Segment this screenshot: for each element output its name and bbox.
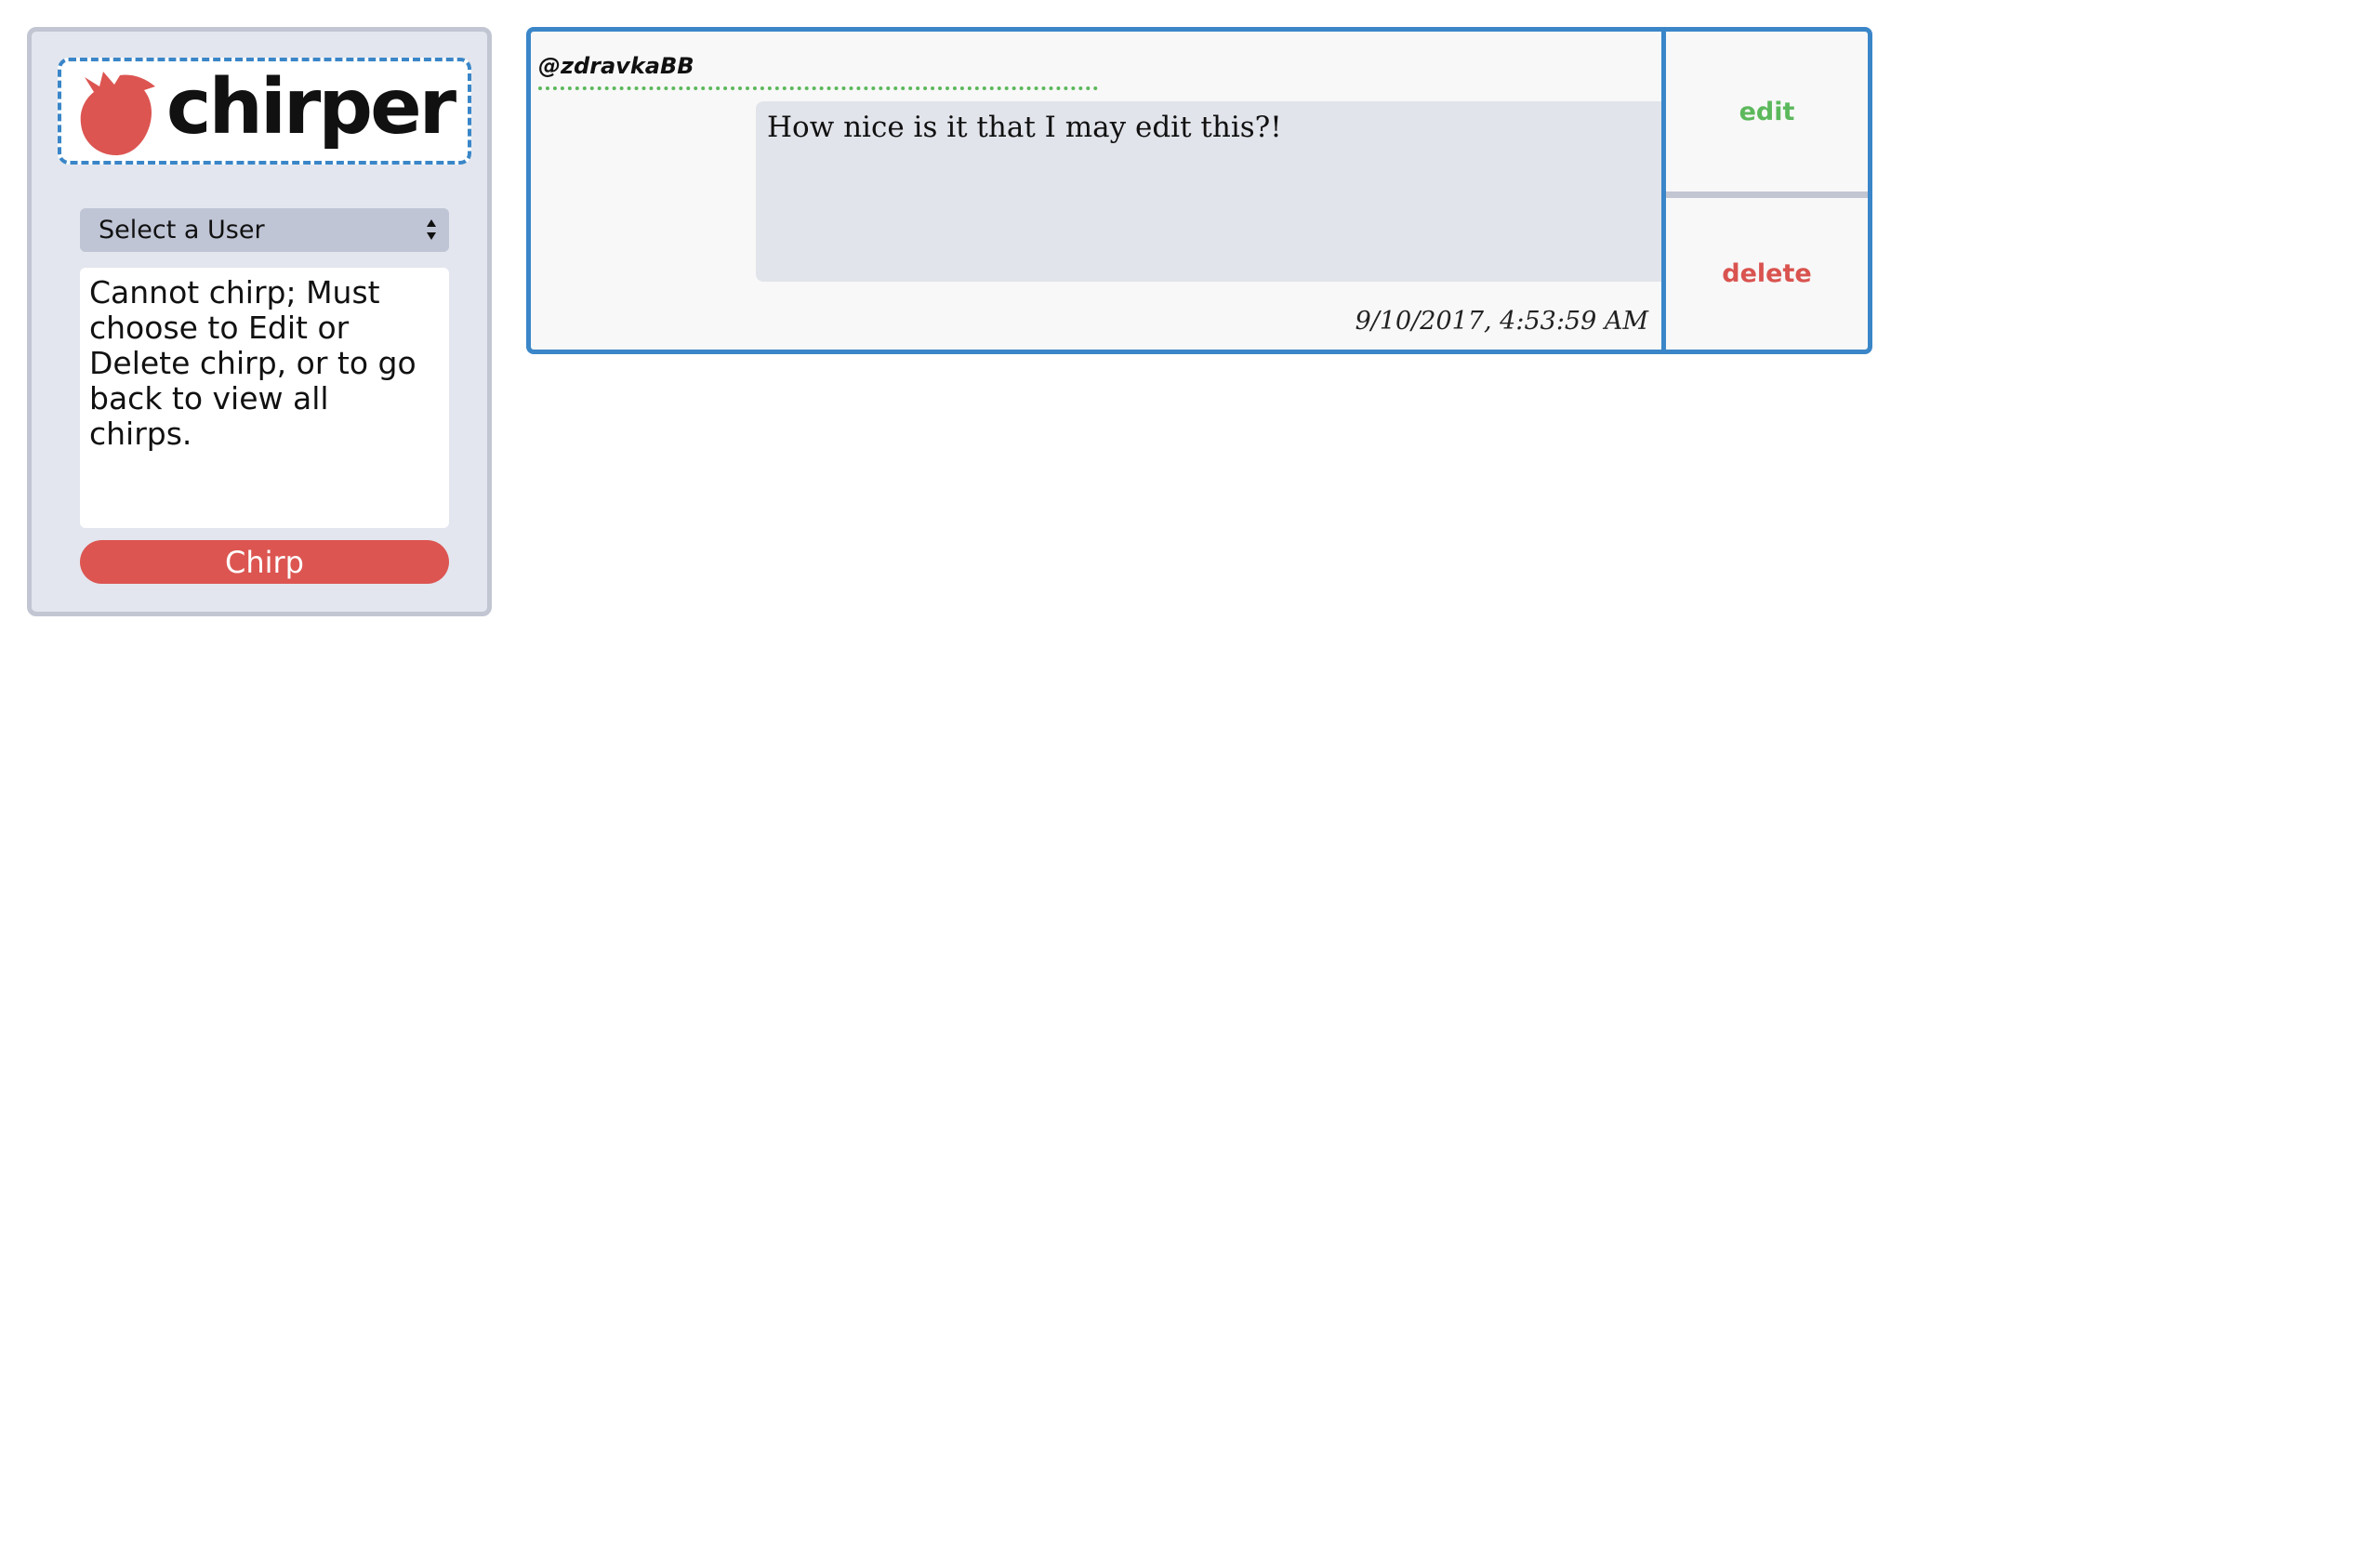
chirp-textarea[interactable]: Cannot chirp; Must choose to Edit or Del… — [80, 268, 449, 528]
select-arrows-icon — [427, 219, 436, 240]
user-select[interactable]: Select a User — [80, 208, 449, 252]
chirp-card: @zdravkaBB How nice is it that I may edi… — [526, 27, 1872, 354]
composer-panel: chirper Select a User Cannot chirp; Must… — [27, 27, 492, 616]
brand-name: chirper — [165, 62, 456, 152]
chirp-timestamp: 9/10/2017, 4:53:59 AM — [1355, 307, 1648, 336]
delete-button[interactable]: delete — [1666, 198, 1868, 350]
chirp-message: How nice is it that I may edit this?! — [756, 101, 1661, 282]
chirp-username: @zdravkaBB — [538, 53, 694, 79]
user-select-value: Select a User — [99, 216, 265, 244]
action-divider — [1666, 191, 1868, 198]
logo: chirper — [58, 58, 471, 165]
username-divider — [538, 86, 1098, 90]
bird-icon — [80, 71, 155, 155]
chirp-content: @zdravkaBB How nice is it that I may edi… — [531, 32, 1661, 350]
edit-button[interactable]: edit — [1666, 32, 1868, 191]
chirp-actions: edit delete — [1661, 32, 1868, 350]
chirp-button[interactable]: Chirp — [80, 540, 449, 584]
